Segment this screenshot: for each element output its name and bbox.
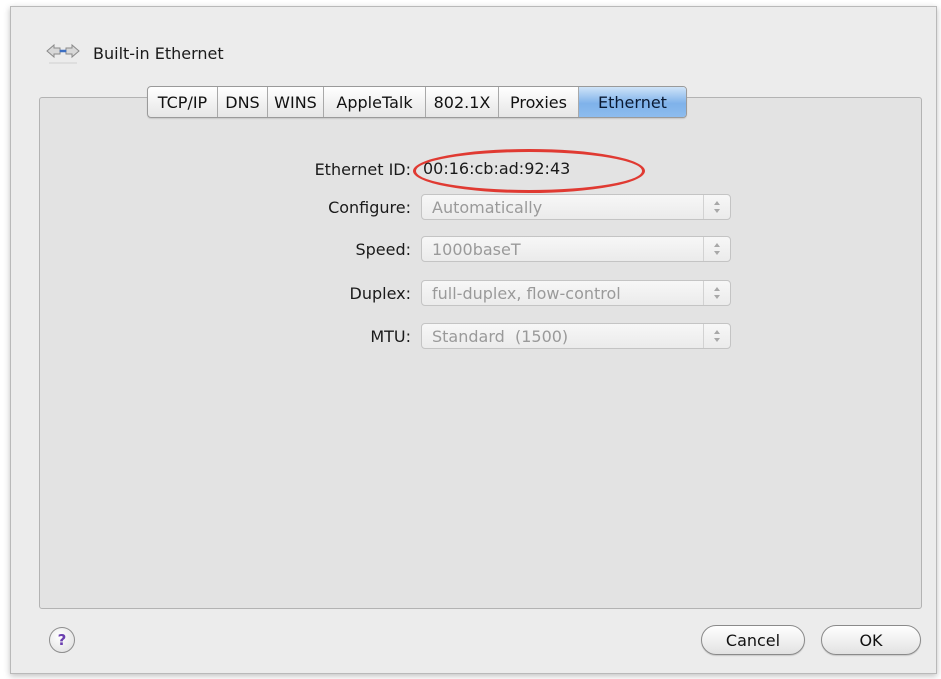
configure-row: Configure: xyxy=(11,193,411,221)
tab-appletalk[interactable]: AppleTalk xyxy=(324,87,426,117)
ok-button[interactable]: OK xyxy=(821,625,921,655)
help-icon: ? xyxy=(57,631,67,649)
network-arrows-icon xyxy=(41,35,85,71)
ethernet-id-row: Ethernet ID: xyxy=(11,155,411,183)
speed-row: Speed: xyxy=(11,235,411,263)
mtu-popup-value: Standard (1500) xyxy=(432,326,569,346)
interface-title: Built-in Ethernet xyxy=(93,43,224,63)
mtu-popup[interactable]: Standard (1500) xyxy=(421,323,731,349)
configure-popup-value: Automatically xyxy=(432,197,543,217)
duplex-popup-value: full-duplex, flow-control xyxy=(432,283,621,303)
tab-proxies[interactable]: Proxies xyxy=(499,87,579,117)
duplex-popup[interactable]: full-duplex, flow-control xyxy=(421,280,731,306)
configure-label: Configure: xyxy=(328,197,411,217)
updown-arrows-icon xyxy=(703,237,730,261)
updown-arrows-icon xyxy=(703,195,730,219)
mtu-label: MTU: xyxy=(370,326,411,346)
speed-popup[interactable]: 1000baseT xyxy=(421,236,731,262)
duplex-row: Duplex: xyxy=(11,279,411,307)
updown-arrows-icon xyxy=(703,281,730,305)
network-settings-sheet: Built-in Ethernet TCP/IP DNS WINS AppleT… xyxy=(10,6,937,674)
tab-wins[interactable]: WINS xyxy=(268,87,324,117)
configure-popup[interactable]: Automatically xyxy=(421,194,731,220)
help-button[interactable]: ? xyxy=(49,627,75,653)
speed-popup-value: 1000baseT xyxy=(432,239,521,259)
updown-arrows-icon xyxy=(703,324,730,348)
speed-label: Speed: xyxy=(355,239,411,259)
tab-tcpip[interactable]: TCP/IP xyxy=(148,87,218,117)
tab-bar: TCP/IP DNS WINS AppleTalk 802.1X Proxies… xyxy=(147,86,687,118)
mtu-row: MTU: xyxy=(11,322,411,350)
sheet-header: Built-in Ethernet xyxy=(41,35,224,71)
tab-dns[interactable]: DNS xyxy=(218,87,268,117)
ethernet-id-label: Ethernet ID: xyxy=(314,159,411,179)
duplex-label: Duplex: xyxy=(349,283,411,303)
cancel-button[interactable]: Cancel xyxy=(701,625,805,655)
ethernet-id-value: 00:16:cb:ad:92:43 xyxy=(423,159,571,178)
tab-ethernet[interactable]: Ethernet xyxy=(579,87,686,117)
tab-8021x[interactable]: 802.1X xyxy=(426,87,499,117)
